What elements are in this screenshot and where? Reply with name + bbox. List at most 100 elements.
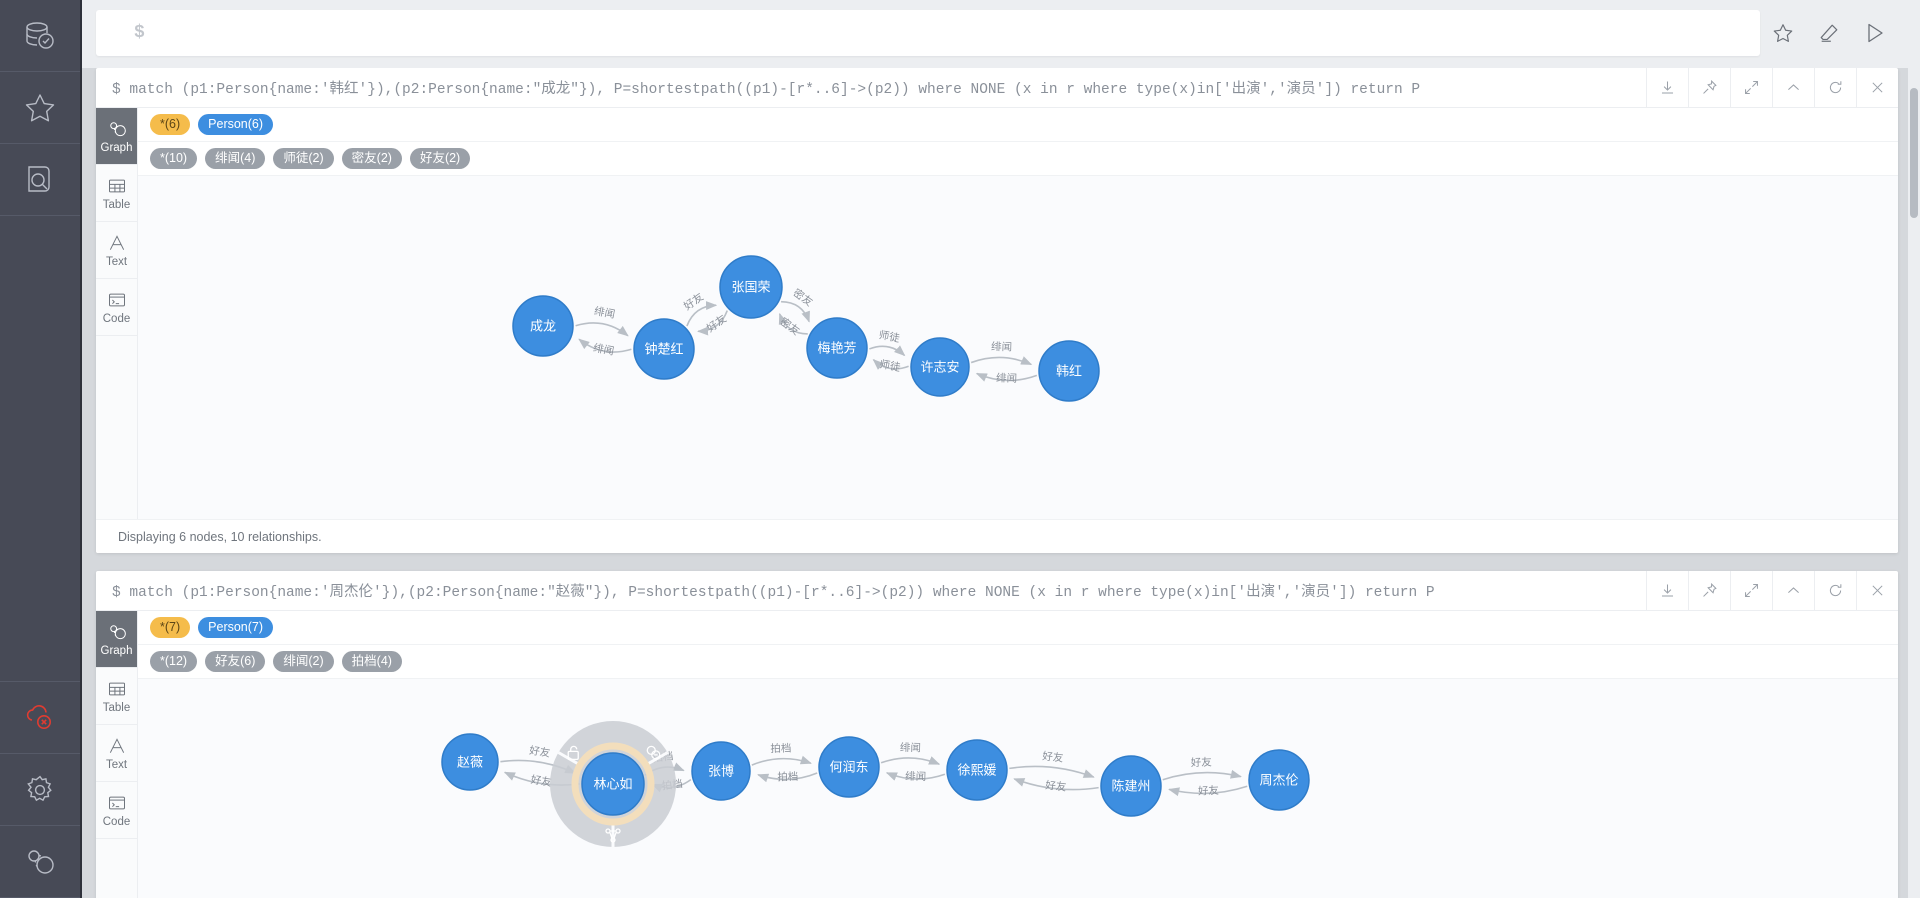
query-editor[interactable]: $ xyxy=(96,10,1760,56)
graph-node[interactable]: 成龙 xyxy=(512,295,574,357)
collapse-icon[interactable] xyxy=(1772,571,1814,610)
collapse-icon[interactable] xyxy=(1772,68,1814,107)
vertical-scrollbar[interactable] xyxy=(1908,0,1920,898)
view-code[interactable]: Code xyxy=(96,782,137,839)
graph-pane: *(7) Person(7) *(12) 好友(6) 绯闻(2) 拍档(4) 好友 好友拍… xyxy=(138,611,1898,898)
close-icon[interactable] xyxy=(1856,571,1898,610)
rail-spacer xyxy=(0,216,80,682)
frame-body: Graph Table Text xyxy=(96,611,1898,898)
rail-item-browse[interactable] xyxy=(0,144,80,216)
frame-toolbar xyxy=(1646,571,1898,610)
result-frame: $ match (p1:Person{name:'韩红'}),(p2:Perso… xyxy=(96,68,1898,553)
view-code[interactable]: Code xyxy=(96,279,137,336)
graph-node[interactable]: 何润东 xyxy=(818,736,880,798)
view-text[interactable]: Text xyxy=(96,725,137,782)
graph-node[interactable]: 韩红 xyxy=(1038,340,1100,402)
graph-edge[interactable] xyxy=(1009,765,1095,778)
edge-label: 师徒 xyxy=(878,328,902,345)
rel-chip-1[interactable]: 绯闻(4) xyxy=(205,148,266,169)
graph-node[interactable]: 梅艳芳 xyxy=(806,317,868,379)
node-chip-1[interactable]: Person(7) xyxy=(198,617,274,638)
view-text-label: Text xyxy=(105,758,128,771)
expand-icon[interactable] xyxy=(1730,68,1772,107)
node-label: 张博 xyxy=(708,764,734,779)
graph-edge[interactable] xyxy=(1162,769,1242,781)
rel-chip-2[interactable]: 绯闻(2) xyxy=(273,651,334,672)
edge-label: 好友 xyxy=(1191,755,1213,769)
node-chip-0[interactable]: *(6) xyxy=(150,114,191,135)
editor-actions xyxy=(1760,10,1898,56)
graph-edge[interactable] xyxy=(751,755,812,766)
frame-toolbar xyxy=(1646,68,1898,107)
node-label: 陈建州 xyxy=(1111,779,1150,794)
result-frame: $ match (p1:Person{name:'周杰伦'}),(p2:Pers… xyxy=(96,571,1898,898)
frame-header: $ match (p1:Person{name:'韩红'}),(p2:Perso… xyxy=(96,68,1898,108)
node-label: 何润东 xyxy=(829,760,868,775)
node-legend: *(7) Person(7) xyxy=(138,611,1898,645)
refresh-icon[interactable] xyxy=(1814,571,1856,610)
graph-node[interactable]: 陈建州 xyxy=(1100,755,1162,817)
rel-chip-2[interactable]: 师徒(2) xyxy=(273,148,334,169)
graph-edge[interactable] xyxy=(970,356,1033,366)
edge-label: 好友 xyxy=(681,290,706,313)
node-label: 梅艳芳 xyxy=(817,341,856,356)
rail-item-settings[interactable] xyxy=(0,754,80,826)
graph-edge[interactable] xyxy=(880,756,941,765)
graph-node[interactable]: 钟楚红 xyxy=(633,318,695,380)
graph-svg[interactable]: 绯闻绯闻好友好友密友密友 师徒师徒绯闻绯闻成龙钟楚红张国荣梅艳芳许志安 韩红 xyxy=(138,176,1678,519)
view-graph[interactable]: Graph xyxy=(96,611,137,668)
graph-node[interactable]: 许志安 xyxy=(910,337,970,397)
eraser-icon[interactable] xyxy=(1806,10,1852,56)
expand-icon[interactable] xyxy=(1730,571,1772,610)
pin-icon[interactable] xyxy=(1688,571,1730,610)
node-chip-1[interactable]: Person(6) xyxy=(198,114,274,135)
rel-chip-0[interactable]: *(10) xyxy=(150,148,198,169)
graph-edge[interactable] xyxy=(869,345,906,357)
edge-label: 好友 xyxy=(1045,779,1068,794)
view-graph[interactable]: Graph xyxy=(96,108,137,165)
view-table[interactable]: Table xyxy=(96,165,137,222)
rel-chip-3[interactable]: 密友(2) xyxy=(341,148,402,169)
relationship-legend: *(12) 好友(6) 绯闻(2) 拍档(4) xyxy=(138,645,1898,679)
frame-query-text: $ match (p1:Person{name:'周杰伦'}),(p2:Pers… xyxy=(112,585,1435,601)
node-chip-0[interactable]: *(7) xyxy=(150,617,191,638)
favorite-icon[interactable] xyxy=(1760,10,1806,56)
graph-canvas[interactable]: 绯闻 绯闻 好友 好友 密友 密友 师徒 师徒 绯闻 绯闻 成龙 钟楚红 张国荣 梅艳芳 许志安 韩红 xyxy=(138,176,1898,519)
node-label: 徐熙媛 xyxy=(957,763,996,778)
download-icon[interactable] xyxy=(1646,571,1688,610)
rel-chip-0[interactable]: *(12) xyxy=(150,651,198,672)
result-stream[interactable]: $ match (p1:Person{name:'韩红'}),(p2:Perso… xyxy=(82,68,1920,898)
scrollbar-thumb[interactable] xyxy=(1910,88,1918,218)
graph-node[interactable]: 张国荣 xyxy=(719,255,783,319)
graph-canvas[interactable]: 好友好友拍档拍档拍档拍档绯闻绯闻好友好友好友好友赵薇林心如张博何润东徐熙媛陈建州… xyxy=(138,679,1898,898)
node-label: 周杰伦 xyxy=(1259,773,1298,788)
rail-item-about[interactable] xyxy=(0,826,80,898)
node-label: 许志安 xyxy=(920,360,959,375)
edge-label: 绯闻 xyxy=(900,741,921,754)
rel-chip-1[interactable]: 好友(6) xyxy=(205,651,266,672)
node-legend: *(6) Person(6) xyxy=(138,108,1898,142)
view-table[interactable]: Table xyxy=(96,668,137,725)
view-text[interactable]: Text xyxy=(96,222,137,279)
graph-node[interactable]: 徐熙媛 xyxy=(946,739,1008,801)
graph-edge[interactable] xyxy=(575,322,629,337)
graph-node[interactable]: 林心如 xyxy=(581,752,645,816)
graph-node[interactable]: 赵薇 xyxy=(441,733,499,791)
graph-svg[interactable]: 好友好友拍档拍档拍档拍档绯闻绯闻好友好友好友好友赵薇林心如张博何润东徐熙媛陈建州… xyxy=(138,679,1678,898)
pin-icon[interactable] xyxy=(1688,68,1730,107)
graph-node[interactable]: 周杰伦 xyxy=(1248,749,1310,811)
star-icon xyxy=(23,91,57,125)
rel-chip-4[interactable]: 好友(2) xyxy=(409,148,471,169)
rail-item-database[interactable] xyxy=(0,0,80,72)
rel-chip-3[interactable]: 拍档(4) xyxy=(341,651,402,672)
relationship-legend: *(10) 绯闻(4) 师徒(2) 密友(2) 好友(2) xyxy=(138,142,1898,176)
run-icon[interactable] xyxy=(1852,10,1898,56)
close-icon[interactable] xyxy=(1856,68,1898,107)
download-icon[interactable] xyxy=(1646,68,1688,107)
editor-bar: $ xyxy=(82,0,1920,68)
edge-label: 绯闻 xyxy=(996,371,1017,385)
graph-node[interactable]: 张博 xyxy=(691,741,751,801)
rail-item-disconnect[interactable] xyxy=(0,682,80,754)
rail-item-favorites[interactable] xyxy=(0,72,80,144)
refresh-icon[interactable] xyxy=(1814,68,1856,107)
